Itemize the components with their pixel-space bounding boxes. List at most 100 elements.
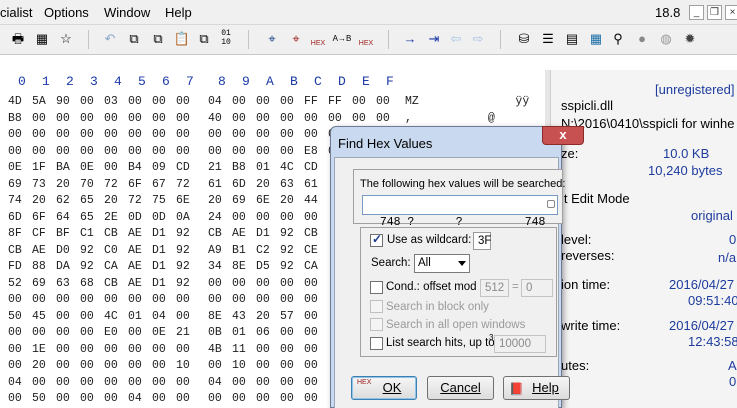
hex-byte[interactable]: 00 [56,376,70,389]
use-wildcard-checkbox[interactable] [370,232,383,247]
hex-byte[interactable]: 65 [80,194,94,207]
hex-byte[interactable]: CB [304,227,318,240]
hex-byte[interactable]: 00 [104,145,118,158]
ram-icon[interactable]: ☰ [538,29,558,49]
hex-byte[interactable]: 00 [256,95,270,108]
hex-byte[interactable]: 6F [32,211,46,224]
hex-byte[interactable]: 00 [280,95,294,108]
hex-byte[interactable]: 4C [104,310,118,323]
hex-byte[interactable]: 00 [304,343,318,356]
hex-byte[interactable]: 21 [176,326,190,339]
hex-byte[interactable]: 00 [208,277,222,290]
hex-byte[interactable]: 06 [256,326,270,339]
hex-byte[interactable]: 00 [8,392,22,405]
hex-byte[interactable]: 00 [256,392,270,405]
hex-byte[interactable]: 0E [8,161,22,174]
hex-byte[interactable]: 00 [8,326,22,339]
hex-byte[interactable]: D5 [256,260,270,273]
hex-byte[interactable]: 00 [56,128,70,141]
hex-byte[interactable]: 00 [56,145,70,158]
hex-byte[interactable]: 00 [280,128,294,141]
hex-byte[interactable]: CA [104,260,118,273]
hex-byte[interactable]: 00 [256,277,270,290]
replace-text-icon[interactable]: A→B [332,29,352,49]
hex-byte[interactable]: 00 [280,293,294,306]
hex-byte[interactable]: 63 [280,178,294,191]
hex-byte[interactable]: 00 [280,343,294,356]
hex-byte[interactable]: 00 [104,343,118,356]
hex-byte[interactable]: 69 [32,277,46,290]
hex-byte[interactable]: 00 [32,112,46,125]
hex-byte[interactable]: 00 [232,211,246,224]
hex-byte[interactable]: 75 [152,194,166,207]
binary-icon[interactable]: 01 10 [216,29,236,49]
hex-byte[interactable]: 00 [304,392,318,405]
hex-byte[interactable]: 68 [80,277,94,290]
hex-byte[interactable]: 00 [32,145,46,158]
hex-byte[interactable]: 64 [56,211,70,224]
hex-byte[interactable]: 0D [152,211,166,224]
hex-byte[interactable]: 00 [304,112,318,125]
hex-byte[interactable]: 00 [304,376,318,389]
hex-byte[interactable]: 00 [256,112,270,125]
hex-byte[interactable]: 00 [128,112,142,125]
hex-byte[interactable]: 04 [128,392,142,405]
hex-byte[interactable]: 00 [304,326,318,339]
help-button[interactable]: 📕 Help [503,376,570,400]
hex-byte[interactable]: 00 [208,128,222,141]
hex-byte[interactable]: CD [304,161,318,174]
hex-byte[interactable]: 88 [32,260,46,273]
hex-byte[interactable]: 72 [176,178,190,191]
hex-byte[interactable]: 00 [280,326,294,339]
hex-byte[interactable]: 44 [304,194,318,207]
dialog-close-button[interactable]: x [542,126,584,145]
copy-icon[interactable]: ⧉ [124,29,144,49]
hex-ascii[interactable]: , @ [405,112,495,125]
hex-byte[interactable]: 00 [104,376,118,389]
offset-remainder-input[interactable]: 0 [521,279,553,297]
hex-byte[interactable]: 00 [80,376,94,389]
hex-byte[interactable]: 6D [8,211,22,224]
disk-icon[interactable]: ⛁ [514,29,534,49]
hex-byte[interactable]: 00 [80,392,94,405]
hex-byte[interactable]: 2E [104,211,118,224]
hex-byte[interactable]: 43 [232,310,246,323]
hex-byte[interactable]: 00 [304,277,318,290]
hex-byte[interactable]: CF [32,227,46,240]
hex-byte[interactable]: 00 [256,128,270,141]
hex-byte[interactable]: 00 [56,359,70,372]
hex-byte[interactable]: 61 [208,178,222,191]
hex-byte[interactable]: AE [232,227,246,240]
hex-byte[interactable]: CD [176,161,190,174]
hex-byte[interactable]: 00 [208,145,222,158]
hex-byte[interactable]: 00 [208,392,222,405]
hex-byte[interactable]: 21 [208,161,222,174]
hex-byte[interactable]: 00 [232,112,246,125]
hex-byte[interactable]: 69 [8,178,22,191]
list-hits-checkbox[interactable] [370,337,383,350]
hex-byte[interactable]: 00 [232,95,246,108]
hex-byte[interactable]: 00 [280,112,294,125]
hex-byte[interactable]: 00 [56,343,70,356]
find-text-icon[interactable]: ⌖ [286,29,306,49]
hex-byte[interactable]: 00 [8,359,22,372]
hex-byte[interactable]: 24 [208,211,222,224]
hex-byte[interactable]: AE [128,277,142,290]
hex-byte[interactable]: 00 [176,392,190,405]
hex-byte[interactable]: 00 [80,145,94,158]
hex-byte[interactable]: 00 [152,145,166,158]
hex-byte[interactable]: 00 [8,145,22,158]
hex-byte[interactable]: 00 [104,128,118,141]
hex-byte[interactable]: D1 [152,227,166,240]
hex-byte[interactable]: 00 [80,95,94,108]
hex-byte[interactable]: 01 [128,310,142,323]
hex-byte[interactable]: 11 [232,343,246,356]
minimize-button[interactable]: _ [689,5,704,20]
hex-byte[interactable]: 00 [232,392,246,405]
hex-byte[interactable]: 70 [80,178,94,191]
hex-byte[interactable]: 20 [56,178,70,191]
hex-byte[interactable]: 00 [176,376,190,389]
block-only-checkbox[interactable] [370,300,383,313]
undo-icon[interactable]: ↶ [100,29,120,49]
hex-byte[interactable]: 00 [280,359,294,372]
